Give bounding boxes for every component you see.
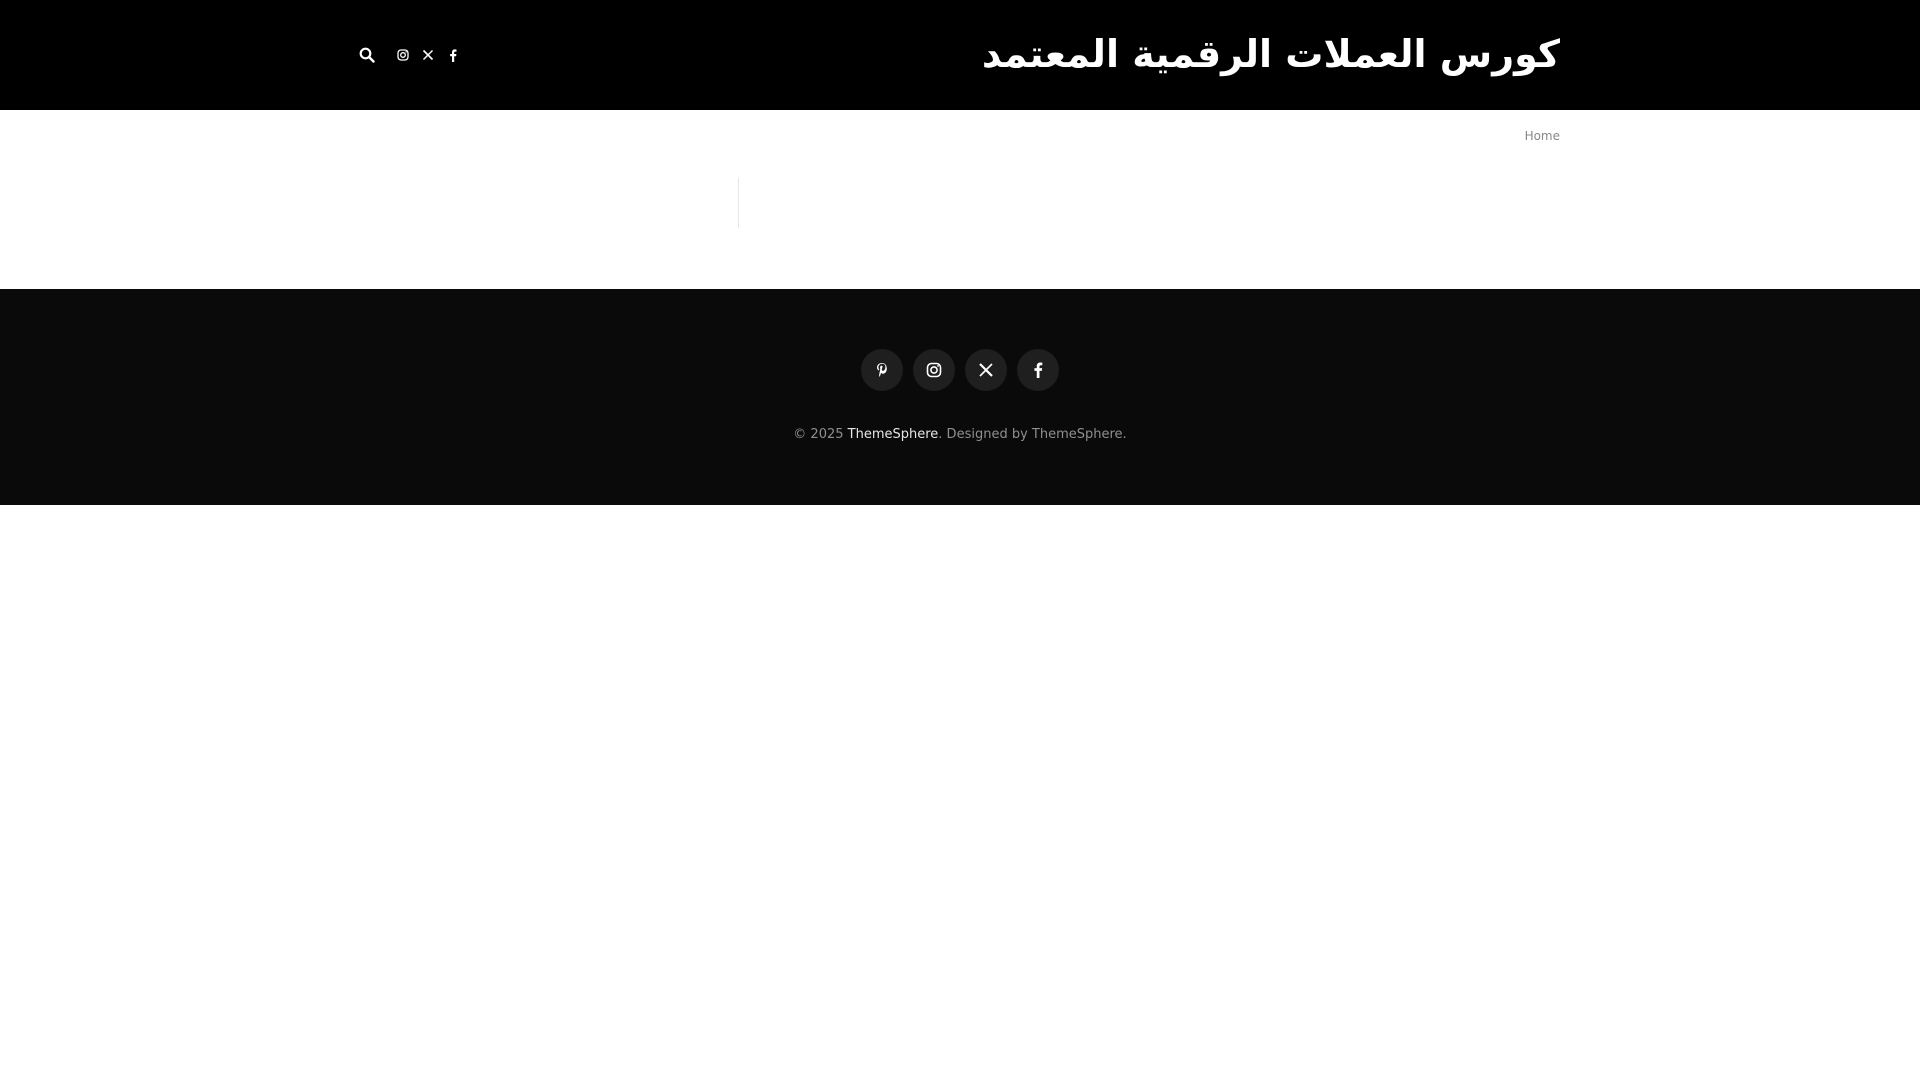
footer-social-links bbox=[861, 349, 1069, 391]
search-button[interactable] bbox=[356, 44, 378, 66]
instagram-icon bbox=[397, 49, 409, 61]
content-divider bbox=[738, 178, 739, 228]
copyright-suffix: . Designed by ThemeSphere. bbox=[938, 427, 1127, 442]
footer-instagram-link[interactable] bbox=[913, 349, 955, 391]
breadcrumb: Home bbox=[1525, 128, 1560, 144]
footer-facebook-link[interactable] bbox=[1017, 349, 1059, 391]
pinterest-icon bbox=[877, 363, 887, 377]
x-icon bbox=[422, 49, 434, 61]
site-footer bbox=[0, 289, 1920, 505]
themesphere-link[interactable]: ThemeSphere bbox=[848, 427, 939, 442]
breadcrumb-home-link[interactable]: Home bbox=[1525, 129, 1560, 143]
header-tools bbox=[356, 44, 469, 66]
copyright-notice: © 2025 ThemeSphere. Designed by ThemeSph… bbox=[0, 426, 1920, 444]
facebook-icon bbox=[450, 48, 457, 62]
footer-x-link[interactable] bbox=[965, 349, 1007, 391]
header-facebook-link[interactable] bbox=[444, 44, 462, 66]
search-icon bbox=[359, 47, 375, 63]
facebook-icon bbox=[1034, 362, 1043, 378]
header-x-link[interactable] bbox=[419, 44, 437, 66]
x-icon bbox=[979, 363, 993, 377]
copyright-prefix: © 2025 bbox=[793, 427, 848, 442]
header-instagram-link[interactable] bbox=[394, 44, 412, 66]
site-header: كورس العملات الرقمية المعتمد bbox=[0, 0, 1920, 110]
instagram-icon bbox=[926, 362, 942, 378]
site-title[interactable]: كورس العملات الرقمية المعتمد bbox=[982, 28, 1560, 80]
footer-pinterest-link[interactable] bbox=[861, 349, 903, 391]
